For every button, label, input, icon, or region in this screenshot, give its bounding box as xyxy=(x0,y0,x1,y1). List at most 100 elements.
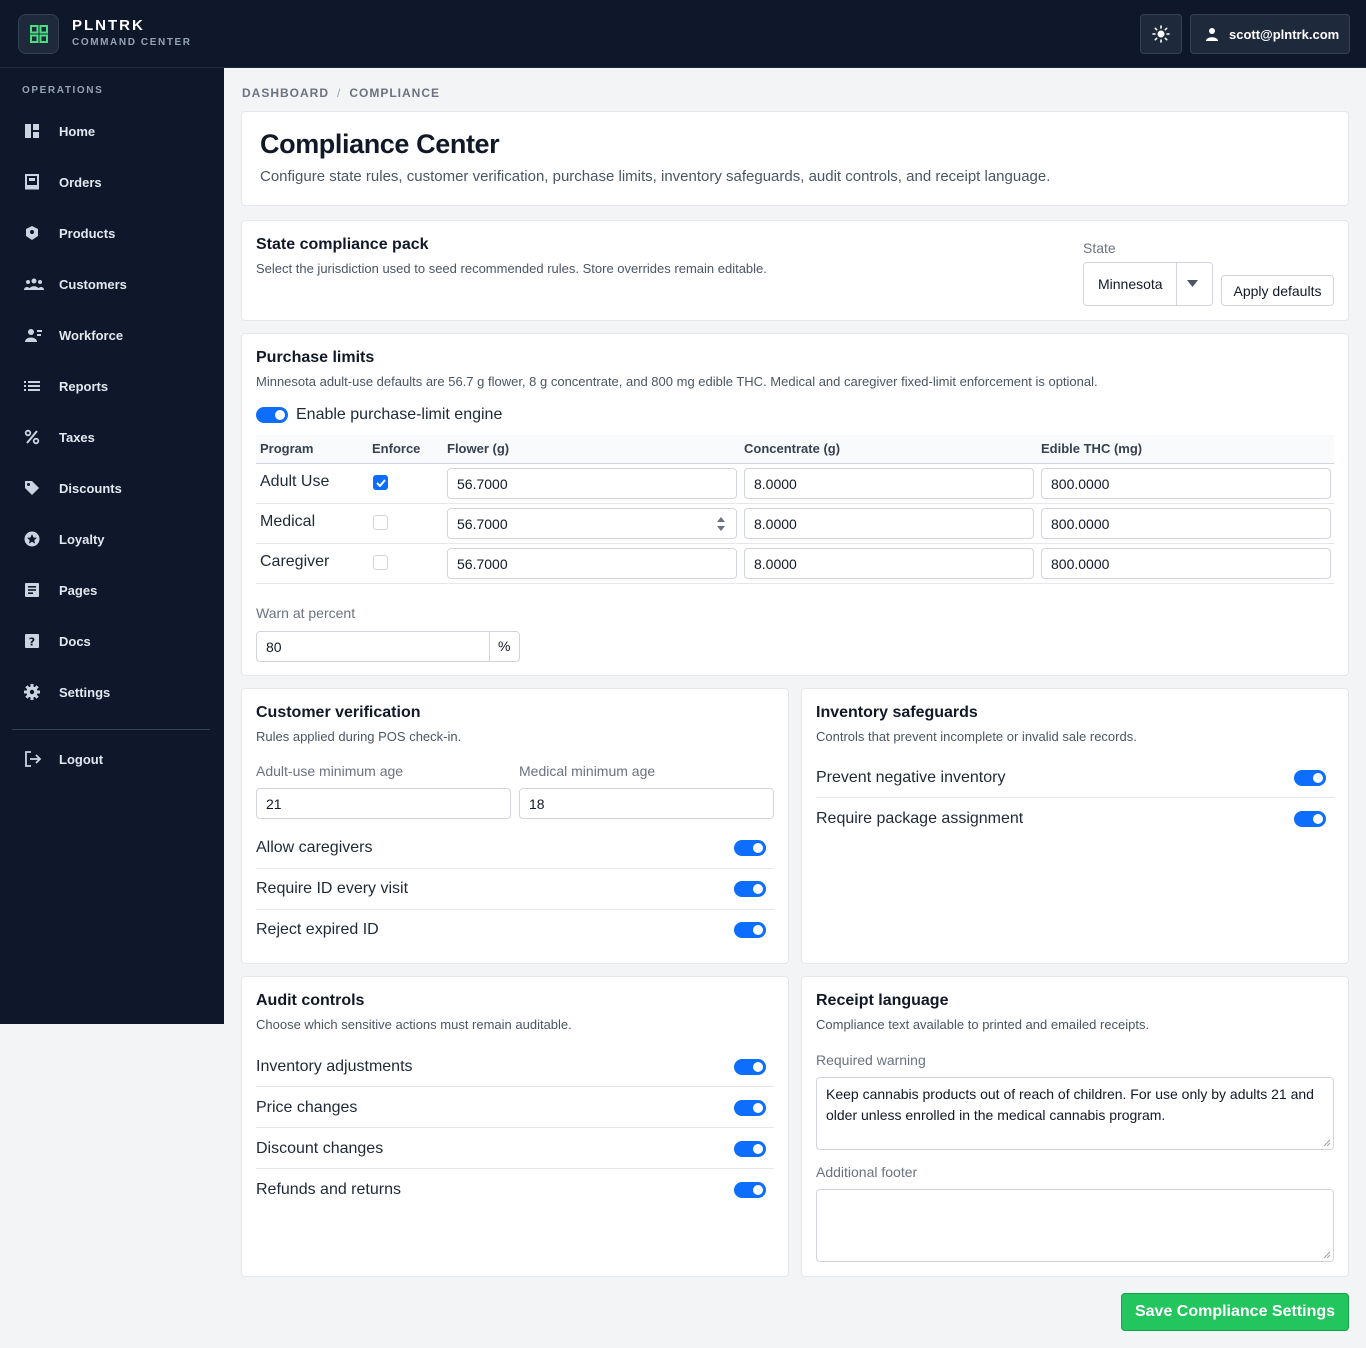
sidebar-item-label: Reports xyxy=(59,378,109,394)
discount-changes-toggle[interactable] xyxy=(734,1141,766,1157)
row-divider xyxy=(816,797,1334,798)
sidebar-item-label: Docs xyxy=(59,633,91,649)
require-package-toggle[interactable] xyxy=(1294,811,1326,827)
state-select[interactable]: Minnesota xyxy=(1083,262,1213,306)
flower-limit-input[interactable]: 56.7000 xyxy=(447,548,737,579)
sidebar-item-reports[interactable]: Reports xyxy=(14,367,210,405)
logout-icon xyxy=(25,751,42,767)
refunds-returns-toggle[interactable] xyxy=(734,1182,766,1198)
edible-limit-input[interactable]: 800.0000 xyxy=(1041,468,1331,499)
flower-limit-input[interactable]: 56.7000 xyxy=(447,468,737,499)
prevent-negative-inventory-toggle[interactable] xyxy=(1294,770,1326,786)
receipt-language-card: Receipt language Compliance text availab… xyxy=(801,976,1349,1277)
require-id-label: Require ID every visit xyxy=(256,880,409,897)
audit-controls-card: Audit controls Choose which sensitive ac… xyxy=(241,976,789,1277)
additional-footer-label: Additional footer xyxy=(816,1164,918,1180)
concentrate-limit-input[interactable]: 8.0000 xyxy=(744,508,1034,539)
breadcrumb-separator: / xyxy=(337,86,342,100)
register-icon xyxy=(25,174,39,190)
workforce-icon xyxy=(25,329,42,342)
resize-handle-icon[interactable] xyxy=(1323,1139,1331,1147)
page-icon xyxy=(25,583,39,597)
user-menu-button[interactable]: scott@plntrk.com xyxy=(1190,14,1350,54)
sidebar-item-label: Customers xyxy=(59,276,127,292)
sidebar-item-label: Settings xyxy=(59,684,111,700)
customer-verification-card: Customer verification Rules applied duri… xyxy=(241,688,789,964)
sidebar-item-customers[interactable]: Customers xyxy=(14,265,210,303)
allow-caregivers-toggle[interactable] xyxy=(734,840,766,856)
medical-age-input[interactable]: 18 xyxy=(519,788,774,819)
top-bar: PLNTRK COMMAND CENTER scott@plntrk.com xyxy=(0,0,1366,68)
concentrate-limit-input[interactable]: 8.0000 xyxy=(744,548,1034,579)
edible-limit-input[interactable]: 800.0000 xyxy=(1041,508,1331,539)
apply-defaults-button[interactable]: Apply defaults xyxy=(1221,275,1334,306)
state-pack-card: State compliance pack Select the jurisdi… xyxy=(241,220,1349,321)
enforce-checkbox-adult-use[interactable] xyxy=(373,475,388,490)
sidebar-item-label: Products xyxy=(59,225,116,241)
sidebar-item-orders[interactable]: Orders xyxy=(14,163,210,201)
theme-toggle-button[interactable] xyxy=(1140,14,1182,54)
sidebar-item-logout[interactable]: Logout xyxy=(14,740,210,778)
sidebar-item-products[interactable]: Products xyxy=(14,214,210,252)
sidebar-item-loyalty[interactable]: Loyalty xyxy=(14,520,210,558)
sidebar-item-label: Taxes xyxy=(59,429,95,445)
flower-limit-input[interactable]: 56.7000 xyxy=(447,508,737,539)
enforce-checkbox-caregiver[interactable] xyxy=(373,555,388,570)
sidebar-section-title: OPERATIONS xyxy=(22,85,104,96)
number-spinner-icon[interactable] xyxy=(716,515,726,533)
sun-icon xyxy=(1152,25,1170,43)
row-divider xyxy=(256,583,1334,584)
resize-handle-icon[interactable] xyxy=(1323,1251,1331,1259)
sidebar-item-home[interactable]: Home xyxy=(14,112,210,150)
save-compliance-button[interactable]: Save Compliance Settings xyxy=(1121,1293,1349,1331)
customer-verification-title: Customer verification xyxy=(256,704,421,721)
row-divider xyxy=(256,1127,774,1128)
check-icon xyxy=(375,478,386,487)
inventory-adjustments-label: Inventory adjustments xyxy=(256,1058,413,1075)
concentrate-limit-input[interactable]: 8.0000 xyxy=(744,468,1034,499)
tag-icon xyxy=(25,481,39,495)
warn-percent-value: 80 xyxy=(266,638,282,655)
enforce-checkbox-medical[interactable] xyxy=(373,515,388,530)
refunds-returns-label: Refunds and returns xyxy=(256,1181,401,1198)
sidebar-item-taxes[interactable]: Taxes xyxy=(14,418,210,456)
sidebar-item-label: Home xyxy=(59,123,96,139)
star-icon xyxy=(24,531,40,547)
chevron-down-icon xyxy=(1187,280,1198,287)
sidebar-item-settings[interactable]: Settings xyxy=(14,673,210,711)
require-package-label: Require package assignment xyxy=(816,810,1024,827)
reject-expired-id-toggle[interactable] xyxy=(734,922,766,938)
percent-addon: % xyxy=(498,638,511,654)
purchase-limit-engine-label: Enable purchase-limit engine xyxy=(296,406,503,423)
breadcrumb-compliance: COMPLIANCE xyxy=(349,86,441,100)
require-id-toggle[interactable] xyxy=(734,881,766,897)
state-select-value: Minnesota xyxy=(1098,276,1163,292)
adult-age-input[interactable]: 21 xyxy=(256,788,511,819)
sidebar-item-label: Pages xyxy=(59,582,98,598)
sidebar-item-docs[interactable]: ? Docs xyxy=(14,622,210,660)
warn-percent-input[interactable]: 80 % xyxy=(256,631,520,662)
sidebar-item-pages[interactable]: Pages xyxy=(14,571,210,609)
user-icon xyxy=(1206,28,1218,41)
row-divider xyxy=(256,909,774,910)
price-changes-toggle[interactable] xyxy=(734,1100,766,1116)
page-description: Configure state rules, customer verifica… xyxy=(260,168,1051,185)
sidebar-item-workforce[interactable]: Workforce xyxy=(14,316,210,354)
breadcrumb: DASHBOARD / COMPLIANCE xyxy=(242,86,440,100)
program-name: Caregiver xyxy=(260,553,330,570)
purchase-limit-engine-toggle[interactable] xyxy=(256,407,288,423)
logout-label: Logout xyxy=(59,751,104,767)
sidebar-item-discounts[interactable]: Discounts xyxy=(14,469,210,507)
brand-logo[interactable] xyxy=(18,14,59,54)
inventory-safeguards-title: Inventory safeguards xyxy=(816,704,978,721)
required-warning-textarea[interactable]: Keep cannabis products out of reach of c… xyxy=(816,1077,1334,1150)
product-icon xyxy=(26,226,38,240)
additional-footer-textarea[interactable] xyxy=(816,1189,1334,1262)
program-name: Adult Use xyxy=(260,473,330,490)
receipt-language-description: Compliance text available to printed and… xyxy=(816,1017,1150,1032)
breadcrumb-dashboard[interactable]: DASHBOARD xyxy=(242,86,329,100)
dashboard-icon xyxy=(25,124,39,138)
edible-limit-input[interactable]: 800.0000 xyxy=(1041,548,1331,579)
inventory-adjustments-toggle[interactable] xyxy=(734,1059,766,1075)
price-changes-label: Price changes xyxy=(256,1099,358,1116)
